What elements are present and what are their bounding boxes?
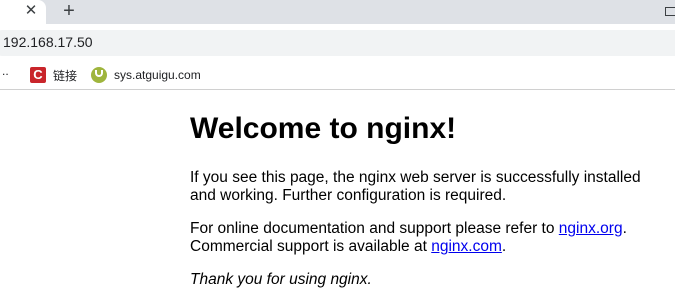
bookmarks-bar: .. C 链接 sys.atguigu.com bbox=[0, 61, 675, 90]
address-bar[interactable] bbox=[0, 30, 675, 56]
toolbar bbox=[0, 24, 675, 61]
thanks-paragraph: Thank you for using nginx. bbox=[190, 271, 372, 288]
c-logo-icon: C bbox=[30, 67, 46, 83]
support-paragraph: For online documentation and support ple… bbox=[190, 220, 627, 256]
close-icon[interactable]: ✕ bbox=[22, 2, 40, 20]
tab-strip: ✕ + bbox=[0, 0, 675, 24]
new-tab-button[interactable]: + bbox=[58, 1, 80, 21]
support-text: For online documentation and support ple… bbox=[190, 220, 559, 237]
page-title: Welcome to nginx! bbox=[190, 112, 457, 145]
bookmark-link[interactable]: C 链接 bbox=[30, 66, 77, 84]
commercial-text: Commercial support is available at bbox=[190, 238, 432, 255]
support-period: . bbox=[622, 220, 627, 237]
commercial-period: . bbox=[501, 238, 507, 255]
nginx-org-link[interactable]: nginx.org bbox=[559, 220, 623, 237]
intro-paragraph: If you see this page, the nginx web serv… bbox=[190, 169, 641, 204]
bookmark-label: 链接 bbox=[53, 68, 78, 83]
active-tab[interactable]: ✕ bbox=[0, 0, 46, 24]
url-text[interactable]: 192.168.17.50 bbox=[3, 34, 93, 50]
window-restore-icon[interactable] bbox=[661, 0, 675, 24]
u-logo-icon bbox=[91, 67, 107, 83]
bookmarks-overflow[interactable]: .. bbox=[2, 64, 9, 78]
bookmark-sys-atguigu[interactable]: sys.atguigu.com bbox=[91, 66, 201, 84]
bookmark-label: sys.atguigu.com bbox=[114, 68, 201, 82]
nginx-com-link[interactable]: nginx.com bbox=[431, 238, 502, 255]
